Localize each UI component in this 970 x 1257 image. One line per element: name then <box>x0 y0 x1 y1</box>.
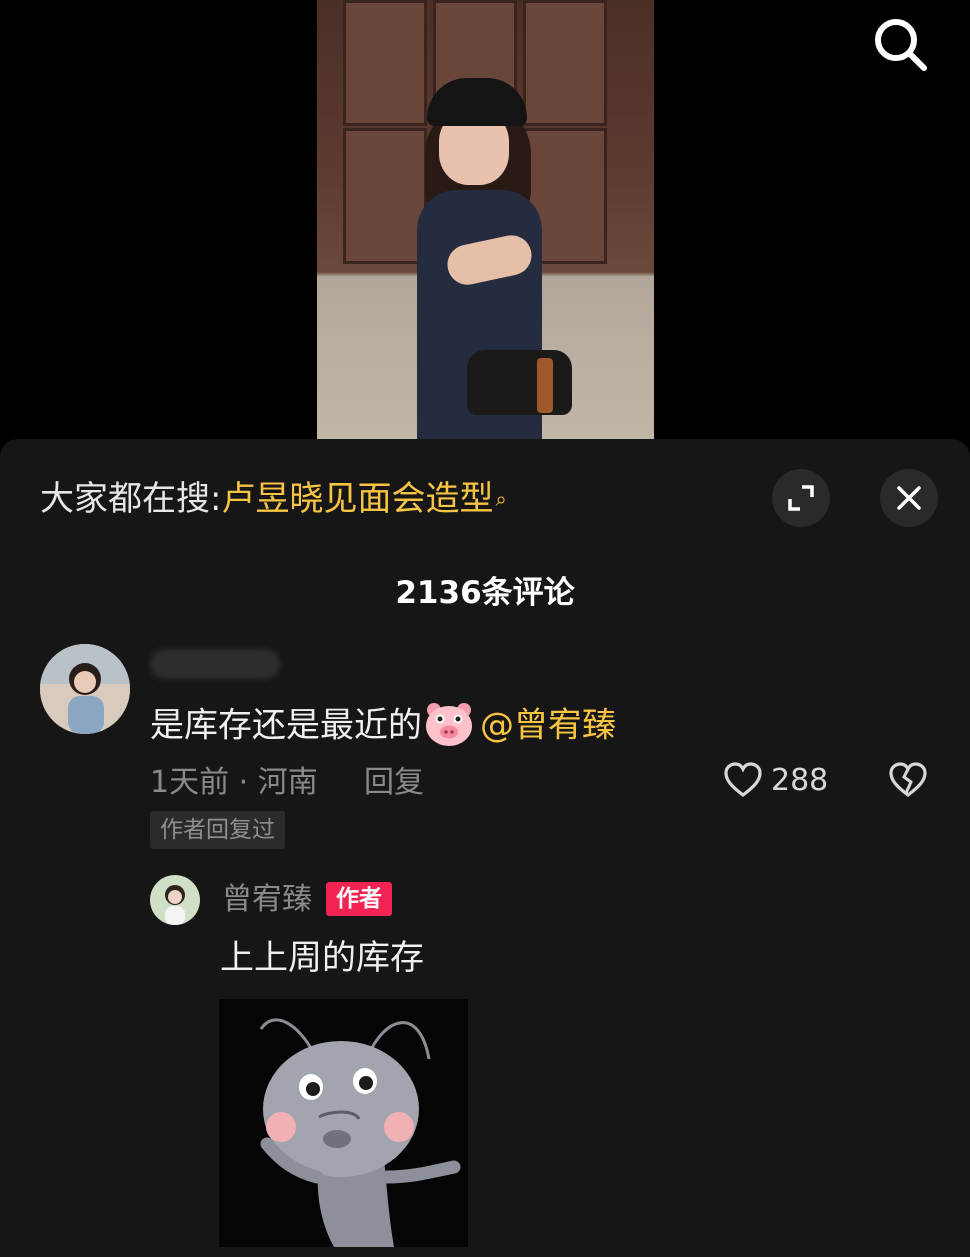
author-replied-tag: 作者回复过 <box>150 811 285 849</box>
trending-keyword[interactable]: 卢昱晓见面会造型 <box>221 479 493 519</box>
dislike-button[interactable] <box>888 761 928 803</box>
reply-author-avatar[interactable] <box>150 875 200 925</box>
search-icon <box>875 19 927 71</box>
reply-avatar-image <box>150 875 200 925</box>
commenter-name-blurred <box>150 649 280 679</box>
video-subject <box>407 70 597 439</box>
reply-text: 上上周的库存 <box>220 938 424 978</box>
broken-heart-icon <box>889 762 927 798</box>
comments-panel: 大家都在搜:卢昱晓见面会造型 ⌕ 2136条评论 是库存还是最近的 @曾宥臻 1… <box>0 439 970 1257</box>
trending-search[interactable]: 大家都在搜:卢昱晓见面会造型 ⌕ <box>40 477 507 521</box>
mention-link[interactable]: @曾宥臻 <box>480 706 616 746</box>
heart-icon <box>724 762 762 798</box>
reply-username[interactable]: 曾宥臻 <box>222 879 312 921</box>
like-button[interactable]: 288 <box>723 761 828 799</box>
reply-sticker-image[interactable] <box>219 999 468 1247</box>
comment-body: 是库存还是最近的 @曾宥臻 <box>150 701 616 753</box>
trending-prefix: 大家都在搜: <box>40 479 222 519</box>
comment-count: 2136条评论 <box>395 575 575 611</box>
expand-icon <box>788 485 814 511</box>
search-button[interactable] <box>866 12 936 74</box>
commenter-avatar[interactable] <box>40 644 130 734</box>
comment-text: 是库存还是最近的 <box>150 705 422 746</box>
ant-sticker-icon <box>259 1018 461 1247</box>
author-badge: 作者 <box>326 882 392 916</box>
trending-search-icon: ⌕ <box>495 487 507 511</box>
close-button[interactable] <box>880 469 938 527</box>
like-count: 288 <box>771 762 829 798</box>
comment-time-location: 1天前 · 河南 <box>150 765 318 800</box>
close-icon <box>897 486 921 510</box>
avatar-image <box>40 644 130 734</box>
reply-button[interactable]: 回复 <box>364 763 424 803</box>
pig-emoji-icon <box>426 703 472 746</box>
expand-button[interactable] <box>772 469 830 527</box>
video-player[interactable] <box>317 0 654 439</box>
